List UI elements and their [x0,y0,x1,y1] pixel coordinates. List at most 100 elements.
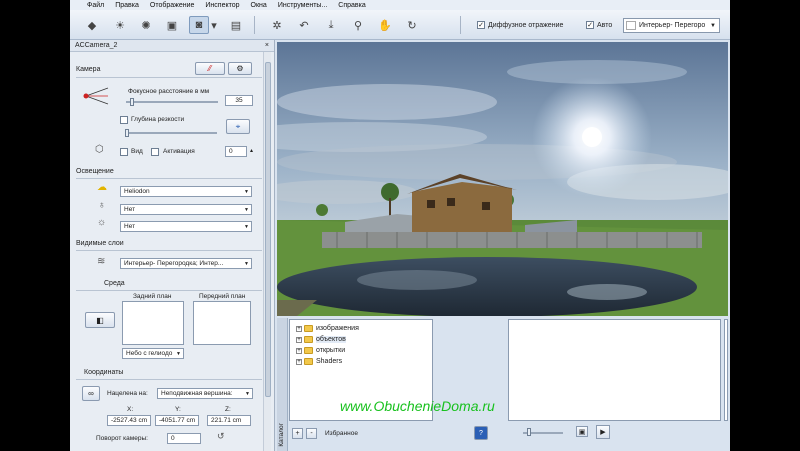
refresh-icon[interactable]: ↻ [402,16,422,34]
zoom-icon[interactable]: ⚲ [348,16,368,34]
catalog-preview-view[interactable] [724,319,728,421]
help-icon[interactable]: ? [474,426,488,440]
tree-item[interactable]: + изображения [296,323,359,334]
diffuse-reflection-checkbox[interactable]: ✓ Диффузное отражение [477,21,563,29]
visible-layers-select[interactable]: Интерьер- Перегородка; Интер... ▼ [120,258,252,269]
tree-item-label: объектов [316,336,346,343]
tree-item[interactable]: + Shaders [296,356,342,367]
catalog-items-view[interactable] [508,319,721,421]
diffuse-check-icon[interactable]: ✓ [477,21,485,29]
menu-file[interactable]: Файл [87,2,104,9]
camera-color-button[interactable]: ⁄⁄ [195,62,225,75]
catalog-label: Каталог [278,423,285,447]
activation-input[interactable]: 0 [225,146,247,157]
focal-length-slider[interactable] [126,101,218,103]
expand-icon[interactable]: + [296,358,302,365]
play-icon[interactable]: ▶ [596,425,610,439]
environment-section-heading: Среда [104,280,125,287]
expand-icon[interactable]: + [296,325,302,332]
camera-icon[interactable]: ◙ [189,16,209,34]
application-window: Файл Правка Отображение Инспектор Окна И… [70,0,730,451]
paint-bucket-icon[interactable]: ◆ [82,16,102,34]
foreground-label: Передний план [199,293,246,300]
close-icon[interactable]: × [265,42,269,49]
expand-icon[interactable]: + [296,347,302,354]
focal-length-slider-thumb[interactable] [130,98,134,106]
x-coordinate-input[interactable]: -2527.43 cm [107,415,151,426]
diffuse-reflection-label: Диффузное отражение [488,21,564,29]
expand-icon[interactable]: + [296,336,302,343]
menu-windows[interactable]: Окна [251,2,267,9]
tree-item-label: изображения [316,325,359,332]
auto-checkbox[interactable]: ✓ Авто [586,21,612,29]
3d-render-view[interactable] [277,42,728,316]
walk-icon[interactable]: ⤓ [321,16,341,34]
catalog-side-tab[interactable]: Каталог [277,318,288,451]
depth-of-field-slider[interactable] [125,132,217,134]
focus-target-button[interactable]: ⌖ [226,119,250,134]
crosshair-icon: ⌖ [235,121,241,131]
catalog-panel: Каталог + изображения + объектов + откры… [277,318,728,451]
light-2-select[interactable]: Нет ▼ [120,204,252,215]
left-letterbox [0,0,70,451]
rotate-icon[interactable]: ↺ [217,431,225,442]
sky-select[interactable]: Небо с гелиодо ▼ [122,348,184,359]
light-3-value: Нет [124,223,136,230]
right-letterbox [730,0,800,451]
chevron-down-icon: ▼ [244,188,249,195]
focal-length-input[interactable]: 35 [225,95,253,106]
target-select[interactable]: Неподвижная вершина: ▼ [157,388,253,399]
foreground-preview[interactable] [193,301,251,345]
thumbnail-size-slider-thumb[interactable] [527,428,531,436]
camera-section-heading: Камера [76,66,101,73]
camera-rotation-input[interactable]: 0 [167,433,201,444]
chevron-down-icon: ▼ [244,260,249,267]
link-button[interactable]: ∞ [82,386,100,401]
menu-tools[interactable]: Инструменты... [278,2,327,9]
menu-help[interactable]: Справка [338,2,365,9]
calculator-icon[interactable]: ▤ [226,16,246,34]
sky-value: Небо с гелиодо [126,350,173,357]
panel-scrollbar-thumb[interactable] [265,62,271,397]
menu-inspector[interactable]: Инспектор [205,2,239,9]
camera-dropdown-icon[interactable]: ▾ [209,16,219,34]
section-divider [76,290,262,291]
bulb-icon[interactable]: ☀ [110,16,130,34]
tree-item-label: Shaders [316,358,343,365]
y-coordinate-input[interactable]: -4051.77 cm [155,415,199,426]
activation-spin-icon[interactable]: ▴ [250,147,253,154]
render-preset-select[interactable]: Интерьер- Перегоро ▼ [623,18,720,33]
view-checkbox[interactable] [120,148,128,156]
environment-preview-button[interactable]: ◧ [85,312,115,328]
background-preview[interactable] [122,301,184,345]
auto-check-icon[interactable]: ✓ [586,21,594,29]
pan-hand-icon[interactable]: ✋ [375,16,395,34]
depth-of-field-slider-thumb[interactable] [125,129,129,137]
tree-item[interactable]: + объектов [296,334,346,345]
toolbar-separator [254,16,255,34]
activation-checkbox[interactable] [151,148,159,156]
chevron-down-icon: ▼ [244,206,249,213]
add-favorite-button[interactable]: + [292,428,303,439]
depth-of-field-checkbox[interactable] [120,116,128,124]
sun-icon[interactable]: ✺ [136,16,156,34]
folder-icon [304,336,313,343]
camera-settings-button[interactable]: ⚙ [228,62,252,75]
image-view-button[interactable]: ▣ [576,426,588,437]
panel-title-bar: ACCamera_2 × [70,40,274,52]
undo-icon[interactable]: ↶ [294,16,314,34]
menu-edit[interactable]: Правка [115,2,139,9]
remove-favorite-button[interactable]: - [306,428,317,439]
menu-view[interactable]: Отображение [150,2,195,9]
light-3-select[interactable]: Нет ▼ [120,221,252,232]
panel-scrollbar[interactable] [263,52,271,451]
light-2-value: Нет [124,206,136,213]
z-coordinate-input[interactable]: 221.71 cm [207,415,251,426]
tree-item[interactable]: + открытки [296,345,345,356]
orbit-icon[interactable]: ✲ [267,16,287,34]
cube-icon[interactable]: ▣ [162,16,182,34]
favorites-label: Избранное [325,430,358,437]
target-label: Нацелена на: [107,390,148,397]
folder-icon [304,325,313,332]
sun-light-select[interactable]: Heliodon ▼ [120,186,252,197]
